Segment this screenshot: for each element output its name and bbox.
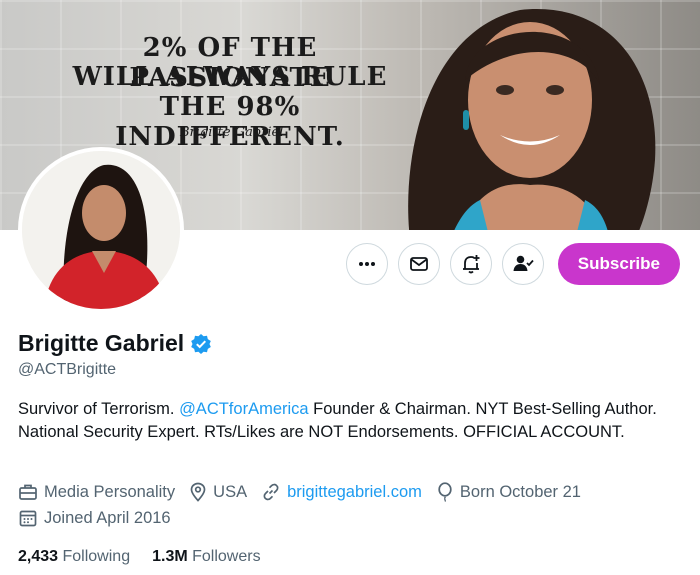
profile-stats: 2,433 Following 1.3M Followers <box>18 548 261 566</box>
following-label: Following <box>62 548 131 565</box>
calendar-icon <box>19 510 37 527</box>
profile-actions: Subscribe <box>345 243 680 285</box>
followers-label: Followers <box>192 548 261 565</box>
briefcase-icon <box>19 484 37 500</box>
meta-joined: Joined April 2016 <box>18 508 171 528</box>
message-button[interactable] <box>397 243 440 285</box>
location-pin-icon <box>190 482 206 502</box>
banner-quote-line-3: THE 98% INDIFFERENT. <box>115 92 345 152</box>
banner-quote-line-2: WILL ALWAYS RULE <box>72 62 388 92</box>
message-icon <box>409 257 428 271</box>
banner-signature: Brigitte Gabriel <box>180 125 284 140</box>
verified-badge-icon[interactable] <box>190 333 212 355</box>
following-icon <box>513 255 534 271</box>
more-icon <box>358 262 375 266</box>
meta-website: brigittegabriel.com <box>261 482 422 502</box>
bio-text-start: Survivor of Terrorism. <box>18 400 180 418</box>
profile-name-row: Brigitte Gabriel <box>18 330 212 357</box>
balloon-icon <box>438 482 452 502</box>
following-button[interactable] <box>501 243 544 285</box>
notification-bell-icon <box>462 255 480 274</box>
website-link[interactable]: brigittegabriel.com <box>287 483 422 502</box>
meta-category: Media Personality <box>18 482 175 502</box>
following-stat[interactable]: 2,433 Following <box>18 548 130 566</box>
banner-portrait-image <box>408 9 656 230</box>
profile-name: Brigitte Gabriel <box>18 330 185 356</box>
profile-bio: Survivor of Terrorism. @ACTforAmerica Fo… <box>18 398 678 444</box>
meta-joined-label: Joined April 2016 <box>44 508 171 527</box>
meta-location: USA <box>189 482 247 502</box>
profile-avatar[interactable] <box>18 147 184 313</box>
bio-mention-link[interactable]: @ACTforAmerica <box>179 400 309 418</box>
notifications-button[interactable] <box>449 243 492 285</box>
meta-birthday: Born October 21 <box>436 482 581 502</box>
following-count: 2,433 <box>18 548 59 565</box>
meta-location-label: USA <box>213 482 248 501</box>
subscribe-button[interactable]: Subscribe <box>557 243 680 285</box>
meta-birthday-label: Born October 21 <box>459 482 581 501</box>
profile-meta-row: Media Personality USA brigittegabriel.co… <box>18 482 581 502</box>
meta-category-label: Media Personality <box>44 482 176 501</box>
more-button[interactable] <box>345 243 388 285</box>
avatar-image <box>22 151 180 309</box>
followers-count: 1.3M <box>152 548 188 565</box>
avatar-portrait-icon <box>22 151 180 309</box>
link-icon <box>263 483 279 501</box>
profile-handle: @ACTBrigitte <box>18 361 117 378</box>
profile-meta-row-joined: Joined April 2016 <box>18 508 171 528</box>
followers-stat[interactable]: 1.3M Followers <box>152 548 261 566</box>
